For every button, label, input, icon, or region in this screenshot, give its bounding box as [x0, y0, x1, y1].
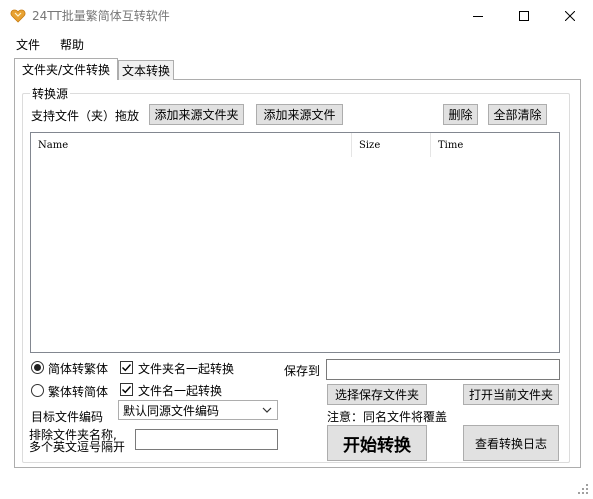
title-bar[interactable]: 24TT批量繁简体互转软件	[0, 0, 593, 31]
view-log-button[interactable]: 查看转换日志	[463, 425, 559, 461]
add-source-file-button[interactable]: 添加来源文件	[256, 104, 343, 125]
column-header-size[interactable]: Size	[352, 133, 431, 157]
checkmark-icon	[122, 364, 132, 372]
menu-help[interactable]: 帮助	[60, 36, 84, 53]
drag-drop-label: 支持文件（夹）拖放	[31, 109, 140, 123]
tab-folder-file-convert[interactable]: 文件夹/文件转换	[14, 58, 118, 80]
maximize-icon	[519, 10, 529, 21]
close-icon	[565, 10, 575, 21]
exclude-folders-label: 排除文件夹名称, 多个英文逗号隔开	[29, 429, 125, 453]
checkmark-icon	[122, 386, 132, 394]
window-title: 24TT批量繁简体互转软件	[32, 9, 170, 23]
column-header-time[interactable]: Time	[431, 133, 559, 157]
target-encoding-select[interactable]: 默认同源文件编码	[118, 400, 278, 420]
menu-bar: 文件 帮助	[0, 32, 593, 54]
choose-save-folder-button[interactable]: 选择保存文件夹	[327, 384, 427, 405]
radio-trad-to-simp-label[interactable]: 繁体转简体	[48, 383, 108, 400]
chevron-down-icon	[262, 407, 272, 413]
column-header-name[interactable]: Name	[31, 133, 352, 157]
checkbox-convert-folder-names-label[interactable]: 文件夹名一起转换	[138, 360, 234, 377]
overwrite-note: 注意：同名文件将覆盖	[327, 410, 448, 424]
source-group-title: 转换源	[30, 85, 71, 102]
maximize-button[interactable]	[501, 0, 547, 31]
checkbox-convert-file-names[interactable]	[120, 383, 133, 396]
save-path-input[interactable]	[326, 359, 560, 380]
close-button[interactable]	[547, 0, 593, 31]
exclude-folders-label-line2: 多个英文逗号隔开	[29, 440, 126, 454]
delete-button[interactable]: 删除	[443, 104, 478, 125]
start-convert-button[interactable]: 开始转换	[327, 425, 427, 461]
exclude-folders-input[interactable]	[135, 429, 278, 450]
radio-simp-to-trad[interactable]	[31, 361, 44, 374]
open-current-folder-button[interactable]: 打开当前文件夹	[463, 384, 559, 405]
heart-app-icon	[10, 9, 26, 23]
radio-simp-to-trad-label[interactable]: 简体转繁体	[48, 360, 108, 377]
radio-selected-dot	[34, 364, 41, 371]
target-encoding-value: 默认同源文件编码	[123, 403, 220, 418]
add-source-folder-button[interactable]: 添加来源文件夹	[149, 104, 244, 125]
resize-grip-icon[interactable]	[577, 483, 589, 495]
save-to-label: 保存到	[284, 364, 321, 378]
clear-all-button[interactable]: 全部清除	[488, 104, 547, 125]
file-list[interactable]: Name Size Time	[30, 132, 560, 353]
tab-text-convert[interactable]: 文本转换	[118, 60, 174, 80]
target-encoding-label: 目标文件编码	[31, 410, 104, 424]
radio-trad-to-simp[interactable]	[31, 384, 44, 397]
minimize-button[interactable]	[455, 0, 501, 31]
minimize-icon	[473, 15, 483, 17]
checkbox-convert-file-names-label[interactable]: 文件名一起转换	[138, 382, 222, 399]
menu-file[interactable]: 文件	[16, 36, 40, 53]
checkbox-convert-folder-names[interactable]	[120, 361, 133, 374]
